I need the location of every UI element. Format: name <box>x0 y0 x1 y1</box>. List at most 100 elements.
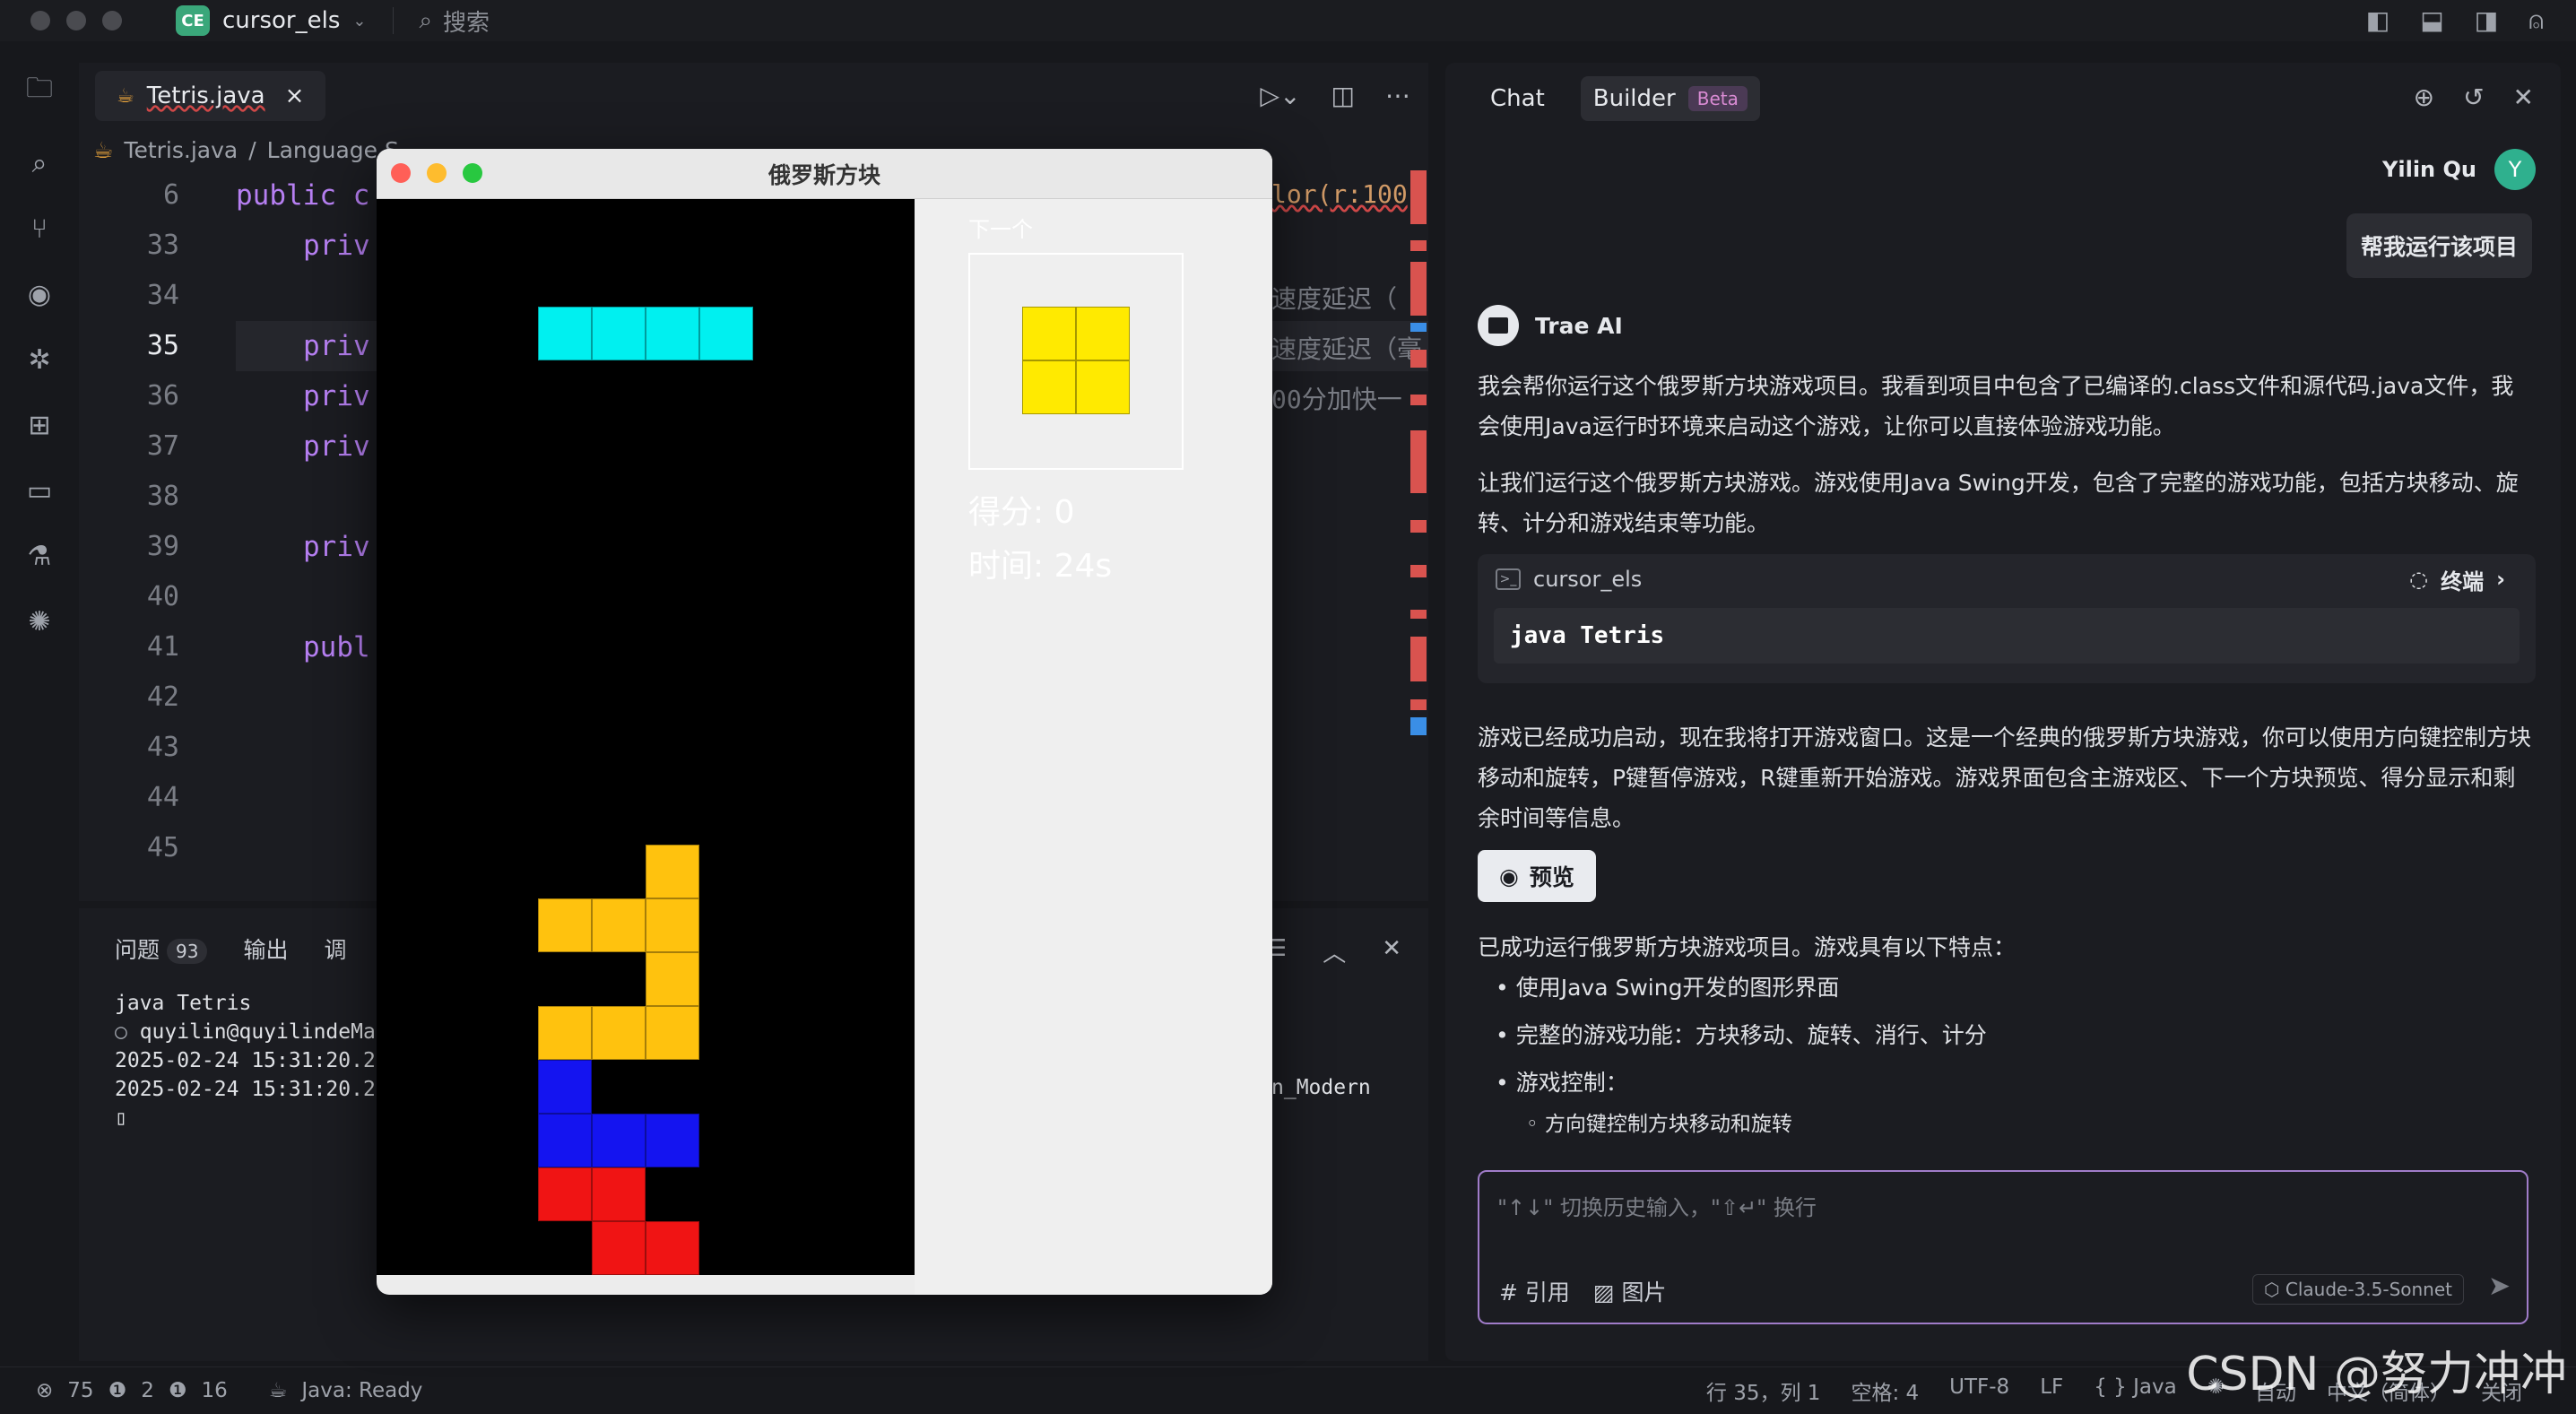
score-label: 得分: 0 <box>968 494 1075 531</box>
language-mode[interactable]: { } Java <box>2094 1375 2176 1406</box>
line-number: 40 <box>146 581 179 612</box>
send-icon[interactable]: ➤ <box>2488 1271 2511 1302</box>
minimize-window-button[interactable] <box>427 163 447 183</box>
indentation[interactable]: 空格: 4 <box>1851 1375 1919 1406</box>
list-item: • 使用Java Swing开发的图形界面 <box>1496 975 1840 1001</box>
info-icon: ❶ <box>168 1379 187 1402</box>
code-line: priv <box>303 380 370 412</box>
code-comment: 速度延迟（毫 <box>1271 334 1423 364</box>
tetris-cell <box>592 1114 646 1167</box>
tab-problems[interactable]: 问题 93 <box>115 933 208 965</box>
new-chat-icon[interactable]: ⊕ <box>2414 82 2434 112</box>
user-message: 帮我运行该项目 <box>2346 213 2532 278</box>
ai-icon[interactable]: ✺ <box>28 606 50 638</box>
line-numbers: 6 33 34 35 36 37 38 39 40 41 42 43 44 45 <box>79 170 195 873</box>
chevron-down-icon: ⌄ <box>352 11 367 30</box>
tetris-cell <box>646 952 699 1006</box>
project-name: cursor_els <box>222 7 341 34</box>
chat-input-box[interactable]: "↑↓" 切换历史输入，"⇧↵" 换行 # 引用 ▨ 图片 ⬡ Claude-3… <box>1478 1170 2528 1324</box>
tab-chat[interactable]: Chat <box>1478 76 1557 121</box>
tetris-cell <box>592 307 646 360</box>
encoding[interactable]: UTF-8 <box>1949 1375 2009 1406</box>
line-number: 45 <box>146 832 179 863</box>
tetris-cell <box>699 307 753 360</box>
terminal-line-fragment: n_Modern <box>1271 1076 1371 1099</box>
close-window-button[interactable] <box>30 11 50 30</box>
preview-button[interactable]: ◉ 预览 <box>1478 850 1596 902</box>
model-icon: ⬡ <box>2264 1279 2285 1300</box>
error-count[interactable]: 75 <box>67 1379 93 1402</box>
tab-builder-label: Builder <box>1592 85 1676 112</box>
tetris-window-title: 俄罗斯方块 <box>768 161 880 188</box>
testing-icon[interactable]: ⚗ <box>28 541 52 572</box>
terminal-command: java Tetris <box>1494 608 2520 664</box>
editor-actions: ▷⌄ ◫ ⋯ <box>1261 81 1410 110</box>
line-number: 36 <box>146 380 179 412</box>
search-icon[interactable]: ⌕ <box>32 148 48 179</box>
breadcrumb-item[interactable]: Tetris.java <box>124 137 238 163</box>
open-terminal-button[interactable]: ◌ 终端 › <box>2409 564 2505 595</box>
warning-count[interactable]: 2 <box>141 1379 154 1402</box>
close-icon[interactable]: × <box>285 82 305 109</box>
tetris-cell <box>538 1167 592 1221</box>
tab-problems-label: 问题 <box>115 937 160 963</box>
toggle-sidebar-icon[interactable]: ◧ <box>2366 5 2390 36</box>
extensions-icon[interactable]: ⊞ <box>28 410 50 441</box>
error-icon: ⊗ <box>36 1379 54 1402</box>
tab-debug[interactable]: 调 <box>324 933 346 965</box>
avatar: Y <box>2494 149 2536 190</box>
editor-tab[interactable]: ☕ Tetris.java × <box>95 71 326 121</box>
cursor-position[interactable]: 行 35，列 1 <box>1706 1375 1821 1406</box>
remote-icon[interactable]: ▭ <box>27 475 52 507</box>
line-number: 43 <box>146 732 179 763</box>
input-tools: # 引用 ▨ 图片 <box>1499 1275 1667 1307</box>
java-status[interactable]: Java: Ready <box>301 1379 422 1402</box>
history-icon[interactable]: ↺ <box>2463 82 2484 112</box>
tab-output[interactable]: 输出 <box>243 933 288 965</box>
close-panel-icon[interactable]: ✕ <box>1382 935 1401 968</box>
minimize-window-button[interactable] <box>66 11 86 30</box>
search-box[interactable]: ⌕ 搜索 <box>419 4 490 38</box>
source-control-icon[interactable]: ⑂ <box>31 213 48 245</box>
tetris-cell <box>646 307 699 360</box>
minimap-markers[interactable] <box>1407 170 1428 870</box>
time-label: 时间: 24s <box>968 548 1113 585</box>
model-selector[interactable]: ⬡ Claude-3.5-Sonnet <box>2252 1274 2464 1305</box>
tetris-cell <box>646 1221 699 1275</box>
tetris-cell <box>538 1006 592 1060</box>
tab-builder[interactable]: Builder Beta <box>1580 76 1760 121</box>
project-switcher[interactable]: CE cursor_els ⌄ <box>176 5 366 36</box>
run-icon[interactable]: ▷⌄ <box>1261 81 1301 110</box>
next-piece-label: 下一个 <box>968 217 1033 242</box>
explorer-icon[interactable]: 🗀 <box>26 68 53 114</box>
toggle-panel-icon[interactable]: ⬓ <box>2420 5 2443 36</box>
zoom-window-button[interactable] <box>102 11 122 30</box>
zoom-window-button[interactable] <box>463 163 482 183</box>
close-window-button[interactable] <box>391 163 411 183</box>
more-icon[interactable]: ⋯ <box>1385 81 1410 110</box>
beta-badge: Beta <box>1687 86 1748 111</box>
image-icon: ▨ <box>1592 1280 1622 1306</box>
assistant-paragraph: 游戏已经成功启动，现在我将打开游戏窗口。这是一个经典的俄罗斯方块游戏，你可以使用… <box>1478 724 2532 831</box>
game-board[interactable] <box>377 199 915 1275</box>
account-icon[interactable]: ⍝ <box>2528 5 2544 36</box>
debug-icon[interactable]: ✲ <box>28 344 50 376</box>
code-line: priv <box>303 230 370 262</box>
reference-button[interactable]: # 引用 <box>1499 1275 1570 1307</box>
trae-logo-icon <box>1478 305 1519 346</box>
image-button[interactable]: ▨ 图片 <box>1593 1275 1667 1307</box>
maximize-panel-icon[interactable]: ︿ <box>1323 935 1346 968</box>
toggle-secondary-sidebar-icon[interactable]: ◨ <box>2475 5 2498 36</box>
tetris-title-bar[interactable]: 俄罗斯方块 <box>377 149 1272 199</box>
activity-bar: 🗀 ⌕ ⑂ ◉ ✲ ⊞ ▭ ⚗ ✺ <box>0 41 79 1366</box>
split-editor-icon[interactable]: ◫ <box>1331 81 1355 110</box>
ai-header-actions: ⊕ ↺ ✕ <box>2414 82 2534 112</box>
eye-icon[interactable]: ◉ <box>28 279 51 310</box>
close-icon[interactable]: ✕ <box>2513 82 2534 112</box>
line-ending[interactable]: LF <box>2040 1375 2063 1406</box>
next-piece-preview <box>968 253 1184 470</box>
list-item-text: 使用Java Swing开发的图形界面 <box>1515 975 1840 1001</box>
code-line: publ <box>303 631 370 664</box>
info-count[interactable]: 16 <box>201 1379 227 1402</box>
editor-tabbar: ☕ Tetris.java × ▷⌄ ◫ ⋯ <box>79 63 1428 129</box>
